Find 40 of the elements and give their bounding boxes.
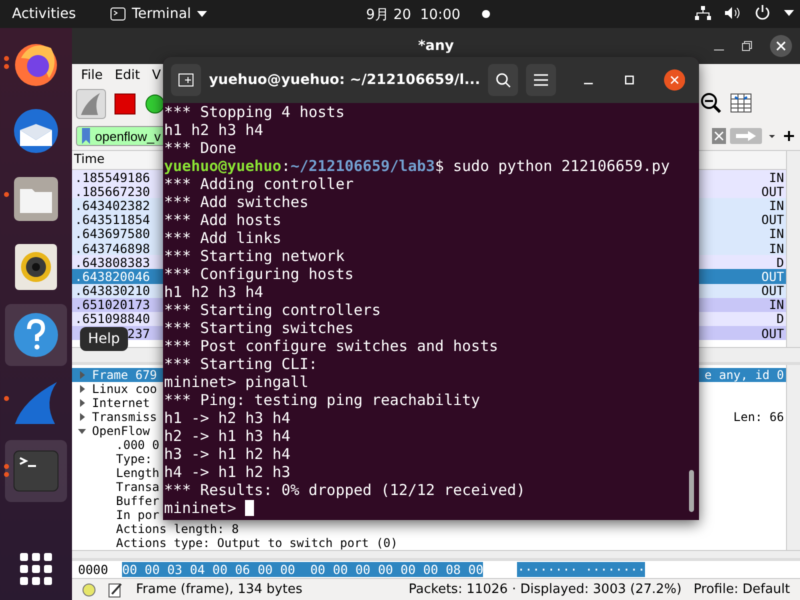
- terminal-line: h1 h2 h3 h4: [163, 283, 264, 301]
- terminal-line: h3 -> h1 h2 h4: [163, 445, 292, 463]
- hex-offset: 0000: [78, 562, 108, 577]
- status-text: Frame (frame), 134 bytes: [136, 582, 302, 597]
- tree-label: In por: [116, 508, 160, 522]
- terminal-line: h1 h2 h3 h4: [163, 121, 264, 139]
- terminal-line: h4 -> h1 h2 h3: [163, 463, 292, 481]
- terminal-line: *** Ping: testing ping reachability: [163, 391, 482, 409]
- tree-label: Buffer: [116, 494, 160, 508]
- terminal-line: h2 -> h1 h3 h4: [163, 427, 292, 445]
- tree-label: Actions length: 8: [116, 522, 239, 536]
- terminal-line: *** Stopping 4 hosts: [163, 103, 346, 121]
- terminal-line: *** Add switches: [163, 193, 310, 211]
- terminal-line: *** Starting CLI:: [163, 355, 319, 373]
- window-title: yuehuo@yuehuo: ~/212106659/l...: [209, 72, 480, 88]
- terminal-line: *** Starting controllers: [163, 301, 382, 319]
- hex-ascii: ········ ········: [517, 562, 646, 577]
- window-title: *any: [418, 38, 454, 54]
- tree-label: Actions type: Output to switch port (0): [116, 536, 398, 550]
- help-tooltip: Help: [80, 327, 128, 351]
- terminal-line: *** Configuring hosts: [163, 265, 355, 283]
- terminal-line: *** Post configure switches and hosts: [163, 337, 500, 355]
- terminal-line: *** Starting network: [163, 247, 346, 265]
- hex-bytes: 00 00 03 04 00 06 00 00 00 00 00 00 00 00 08 00: [122, 562, 484, 577]
- terminal-line: *** Results: 0% dropped (12/12 received): [163, 481, 526, 499]
- tree-label: Type:: [116, 452, 152, 466]
- tree-label: .000 0: [116, 438, 160, 452]
- status-text: Profile: Default: [694, 582, 790, 597]
- tree-label: Length: [116, 466, 160, 480]
- terminal-line: *** Add hosts: [163, 211, 282, 229]
- status-text: Packets: 11026 · Displayed: 3003 (27.2%): [408, 582, 682, 597]
- terminal-line: yuehuo@yuehuo:~/212106659/lab3$ sudo python 212106659.py: [163, 157, 671, 175]
- terminal-line: *** Starting switches: [163, 319, 355, 337]
- tree-label: Transa: [116, 480, 160, 494]
- terminal-line: h1 -> h2 h3 h4: [163, 409, 292, 427]
- terminal-line: *** Adding controller: [163, 175, 355, 193]
- terminal-line: mininet> pingall: [163, 373, 310, 391]
- terminal-line: *** Add links: [163, 229, 282, 247]
- terminal-line: *** Done: [163, 139, 238, 157]
- terminal-line: mininet>: [163, 499, 699, 517]
